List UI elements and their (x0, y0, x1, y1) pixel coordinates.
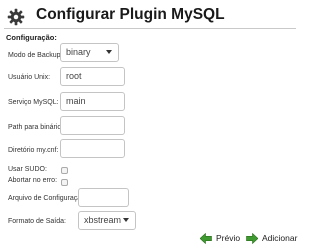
output-format-select[interactable]: xbstream (78, 211, 136, 230)
config-file-input[interactable] (78, 188, 129, 207)
previous-label: Prévio (216, 233, 241, 243)
previous-button[interactable]: Prévio (200, 231, 240, 245)
use-sudo-label: Usar SUDO: (8, 166, 47, 173)
page-title: Configurar Plugin MySQL (36, 6, 225, 23)
chevron-down-icon (106, 50, 112, 54)
mysql-service-input[interactable]: main (60, 92, 125, 111)
abort-on-error-label: Abortar no erro: (8, 177, 58, 184)
backup-mode-select[interactable]: binary (60, 43, 119, 62)
mycnf-dir-label: Diretório my.cnf: (8, 147, 59, 154)
use-sudo-checkbox[interactable] (61, 167, 68, 174)
binaries-path-label: Path para binários: (8, 124, 67, 131)
abort-on-error-checkbox[interactable] (61, 179, 68, 186)
output-format-label: Formato de Saída: (8, 218, 66, 225)
arrow-right-icon (246, 232, 258, 244)
header-divider (4, 28, 296, 29)
unix-user-label: Usuário Unix: (8, 74, 51, 81)
gear-icon (7, 8, 25, 26)
chevron-down-icon (123, 218, 129, 222)
backup-mode-value: binary (66, 47, 91, 57)
add-label: Adicionar (262, 233, 298, 243)
page-header: Configurar Plugin MySQL (4, 5, 296, 29)
section-title: Configuração: (6, 33, 57, 42)
config-file-label: Arquivo de Configuração: (8, 195, 87, 202)
add-button[interactable]: Adicionar (246, 231, 297, 245)
binaries-path-input[interactable] (60, 116, 125, 135)
arrow-left-icon (200, 232, 212, 244)
backup-mode-label: Modo de Backup: (8, 52, 63, 59)
unix-user-input[interactable]: root (60, 67, 125, 86)
mysql-service-label: Serviço MySQL: (8, 99, 59, 106)
mycnf-dir-input[interactable] (60, 139, 125, 158)
output-format-value: xbstream (84, 215, 122, 225)
